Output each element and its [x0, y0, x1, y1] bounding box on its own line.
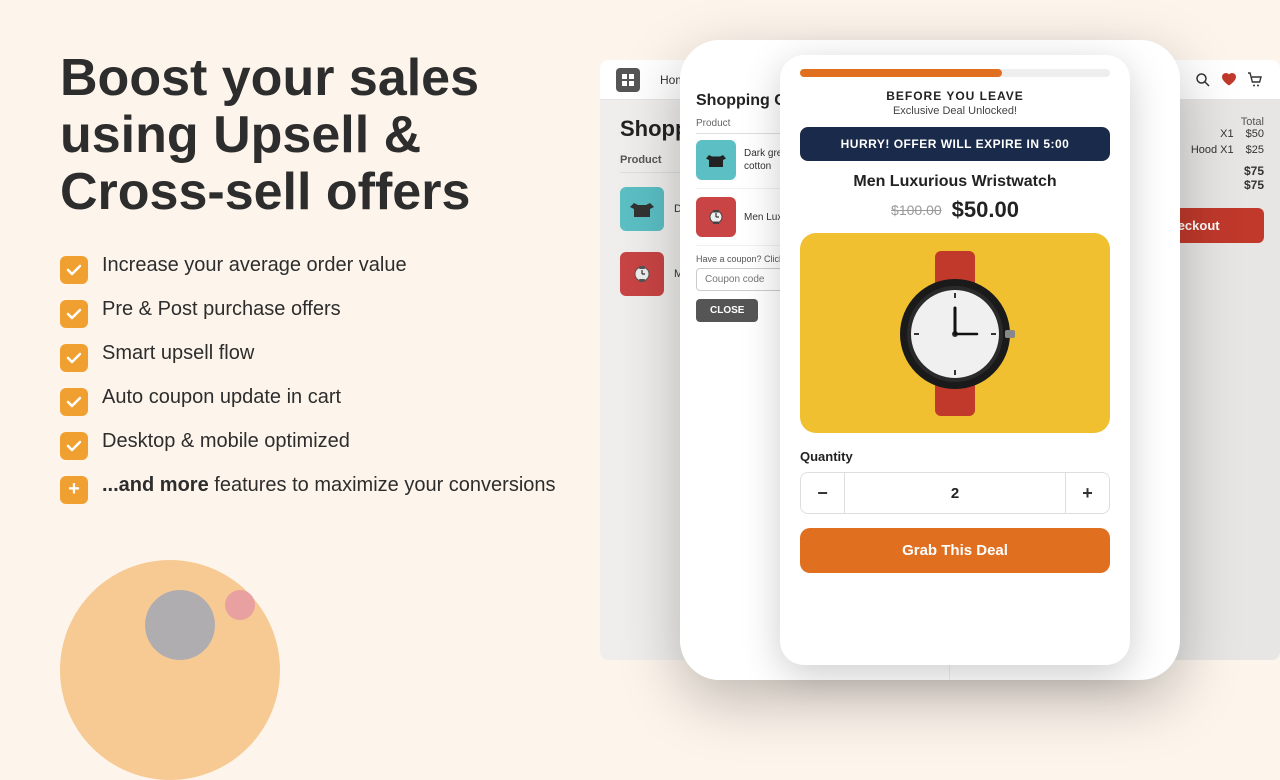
- progress-bar-fill: [800, 69, 1002, 77]
- phone-thumb-2: [696, 197, 736, 237]
- close-button[interactable]: CLOSE: [696, 299, 758, 322]
- check-icon-1: [60, 256, 88, 284]
- cart-nav-icons-right: [1194, 71, 1264, 89]
- price-row: $100.00 $50.00: [800, 197, 1110, 223]
- left-section: Boost your sales using Upsell & Cross-se…: [60, 50, 590, 504]
- check-icon-2: [60, 300, 88, 328]
- feature-item-5: Desktop & mobile optimized: [60, 430, 590, 460]
- bg-circle-pink: [225, 590, 255, 620]
- feature-item-6: + ...and more features to maximize your …: [60, 474, 590, 504]
- cart-icon[interactable]: [1246, 71, 1264, 89]
- quantity-input[interactable]: [845, 485, 1065, 502]
- quantity-label: Quantity: [800, 449, 1110, 464]
- bg-circle-grey: [145, 590, 215, 660]
- upsell-subtitle: Exclusive Deal Unlocked!: [800, 105, 1110, 117]
- feature-item-1: Increase your average order value: [60, 254, 590, 284]
- grab-deal-button[interactable]: Grab This Deal: [800, 528, 1110, 573]
- features-list: Increase your average order value Pre & …: [60, 254, 590, 504]
- progress-bar-container: [800, 69, 1110, 77]
- search-icon[interactable]: [1194, 71, 1212, 89]
- feature-item-2: Pre & Post purchase offers: [60, 298, 590, 328]
- price-sale: $50.00: [952, 197, 1019, 223]
- feature-item-3: Smart upsell flow: [60, 342, 590, 372]
- cart-nav-logo: [616, 68, 640, 92]
- quantity-plus-button[interactable]: +: [1065, 473, 1109, 513]
- main-headline: Boost your sales using Upsell & Cross-se…: [60, 50, 590, 222]
- check-icon-4: [60, 388, 88, 416]
- cart-item-1-thumb: [620, 187, 664, 231]
- check-icon-3: [60, 344, 88, 372]
- cart-item-2-thumb: [620, 252, 664, 296]
- upsell-product-name: Men Luxurious Wristwatch: [800, 173, 1110, 191]
- phone-thumb-1: [696, 140, 736, 180]
- price-original: $100.00: [891, 202, 942, 218]
- plus-icon: +: [60, 476, 88, 504]
- check-icon-5: [60, 432, 88, 460]
- upsell-overlay: BEFORE YOU LEAVE Exclusive Deal Unlocked…: [780, 55, 1130, 665]
- upsell-headline: BEFORE YOU LEAVE: [800, 89, 1110, 103]
- quantity-minus-button[interactable]: −: [801, 473, 845, 513]
- feature-item-4: Auto coupon update in cart: [60, 386, 590, 416]
- quantity-row: − +: [800, 472, 1110, 514]
- right-section: Home Blog Shop Abou... Shopping Cart: [560, 0, 1280, 720]
- timer-bar: HURRY! OFFER WILL EXPIRE IN 5:00: [800, 127, 1110, 161]
- heart-icon[interactable]: [1220, 71, 1238, 89]
- upsell-content: BEFORE YOU LEAVE Exclusive Deal Unlocked…: [780, 77, 1130, 665]
- watch-image: [800, 233, 1110, 433]
